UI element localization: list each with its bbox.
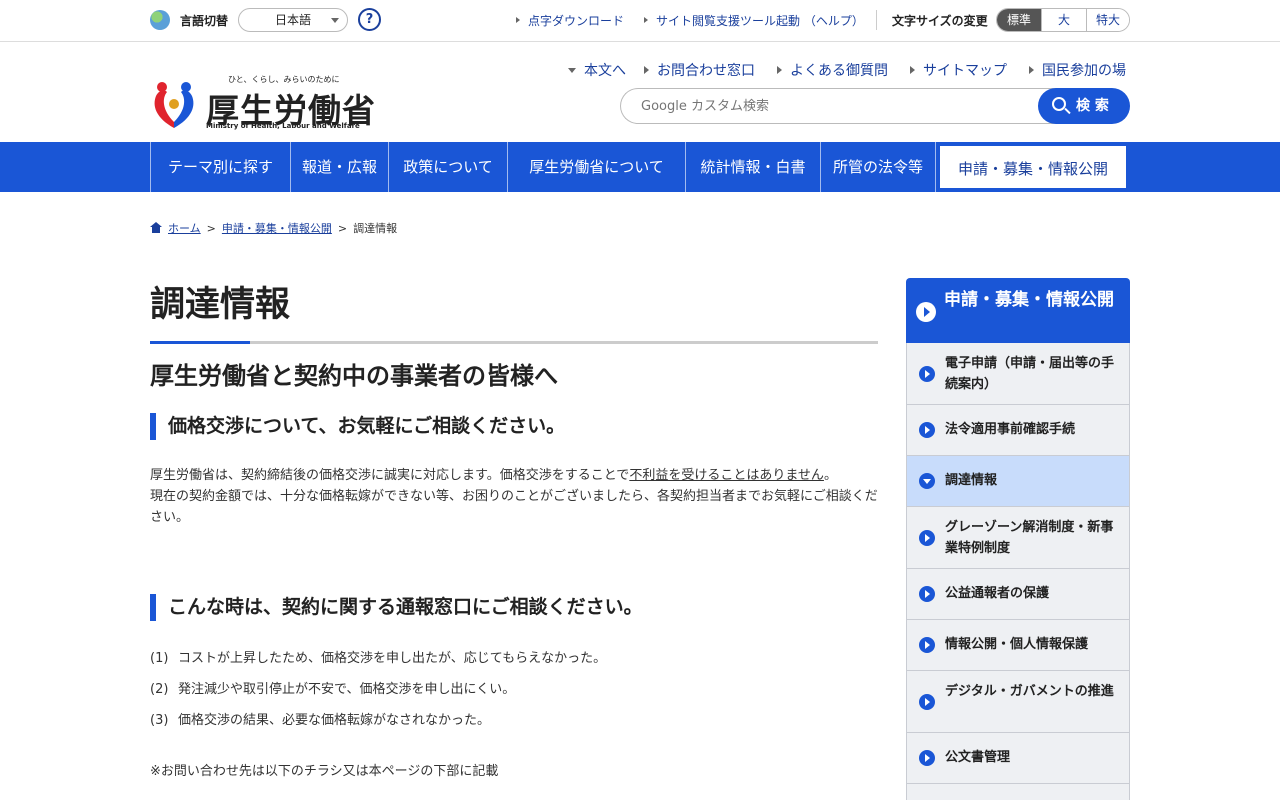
arrow-right-icon <box>910 66 915 74</box>
arrow-right-circle-icon <box>919 530 935 546</box>
list-item: (1) コストが上昇したため、価格交渉を申し出たが、応じてもらえなかった。 <box>150 651 607 666</box>
gnav-about[interactable]: 厚生労働省について <box>507 142 685 192</box>
page-title: 調達情報 <box>150 285 291 325</box>
home-icon <box>150 222 162 233</box>
gnav-press[interactable]: 報道・広報 <box>290 142 388 192</box>
arrow-right-circle-icon <box>919 637 935 653</box>
faq-link[interactable]: よくある御質問 <box>777 60 888 80</box>
gnav-application[interactable]: 申請・募集・情報公開 <box>938 144 1128 190</box>
breadcrumb-current: 調達情報 <box>353 222 398 235</box>
breadcrumb-parent-link[interactable]: 申請・募集・情報公開 <box>222 222 332 235</box>
font-size-large-button[interactable]: 大 <box>1041 9 1086 31</box>
subsection-heading-negotiation: 価格交渉について、お気軽にご相談ください。 <box>150 413 565 440</box>
gnav-laws[interactable]: 所管の法令等 <box>820 142 936 192</box>
search-box <box>620 88 1060 124</box>
arrow-right-icon <box>644 17 648 23</box>
arrow-right-icon <box>644 66 649 74</box>
body-paragraph: 厚生労働省は、契約締結後の価格交渉に誠実に対応します。価格交渉をすることで不利益… <box>150 468 878 525</box>
font-size-standard-button[interactable]: 標準 <box>997 9 1041 31</box>
arrow-right-icon <box>777 66 782 74</box>
underlined-text: 不利益を受けることはありません <box>629 468 824 483</box>
language-label: 言語切替 <box>180 14 229 28</box>
arrow-right-icon <box>516 17 520 23</box>
side-item-law-confirmation[interactable]: 法令適用事前確認手続 <box>906 405 1130 456</box>
side-item-next <box>906 784 1130 800</box>
gnav-theme[interactable]: テーマ別に探す <box>150 142 290 192</box>
arrow-right-icon <box>1029 66 1034 74</box>
side-item-whistleblower[interactable]: 公益通報者の保護 <box>906 569 1130 620</box>
search-button[interactable]: 検 索 <box>1038 88 1130 124</box>
arrow-down-circle-icon <box>919 473 935 489</box>
globe-icon <box>150 10 170 30</box>
arrow-right-circle-icon <box>919 694 935 710</box>
skip-to-content-link[interactable]: 本文へ <box>568 60 626 80</box>
font-size-label: 文字サイズの変更 <box>892 14 988 28</box>
divider <box>876 10 877 30</box>
mhlw-logo-mark-icon <box>154 82 194 128</box>
arrow-right-circle-icon <box>919 750 935 766</box>
breadcrumb-home-link[interactable]: ホーム <box>168 222 201 235</box>
language-select-value: 日本語 <box>275 13 312 27</box>
side-item-information-disclosure[interactable]: 情報公開・個人情報保護 <box>906 620 1130 671</box>
logo-english-name: Ministry of Health, Labour and Welfare <box>206 122 360 130</box>
side-item-public-records[interactable]: 公文書管理 <box>906 733 1130 784</box>
search-icon <box>1052 97 1066 111</box>
chevron-down-icon <box>331 18 339 23</box>
gnav-statistics[interactable]: 統計情報・白書 <box>685 142 820 192</box>
contact-note: ※お問い合わせ先は以下のチラシ又は本ページの下部に記載 <box>150 764 499 779</box>
breadcrumb: ホーム > 申請・募集・情報公開 > 調達情報 <box>150 220 397 236</box>
list-item: (3) 価格交渉の結果、必要な価格転嫁がなされなかった。 <box>150 713 491 728</box>
title-divider <box>150 341 878 344</box>
side-item-procurement[interactable]: 調達情報 <box>906 456 1130 507</box>
side-nav-header[interactable]: 申請・募集・情報公開 <box>906 278 1130 343</box>
arrow-right-circle-icon <box>916 302 936 322</box>
contact-link[interactable]: お問合わせ窓口 <box>644 60 755 80</box>
language-select[interactable]: 日本語 <box>238 8 348 32</box>
side-item-digital-government[interactable]: デジタル・ガバメントの推進 <box>906 671 1130 733</box>
list-item: (2) 発注減少や取引停止が不安で、価格交渉を申し出にくい。 <box>150 682 516 697</box>
gnav-policy[interactable]: 政策について <box>388 142 507 192</box>
arrow-down-icon <box>568 68 576 73</box>
search-input[interactable] <box>641 96 1041 116</box>
font-size-switcher: 標準 大 特大 <box>996 8 1130 32</box>
sitemap-link[interactable]: サイトマップ <box>910 60 1007 80</box>
side-item-grey-zone[interactable]: グレーゾーン解消制度・新事業特例制度 <box>906 507 1130 569</box>
section-heading: 厚生労働省と契約中の事業者の皆様へ <box>150 362 558 390</box>
site-logo[interactable]: ひと、くらし、みらいのために 厚生労働省 Ministry of Health,… <box>150 74 375 134</box>
arrow-right-circle-icon <box>919 586 935 602</box>
font-size-xlarge-button[interactable]: 特大 <box>1086 9 1129 31</box>
braille-download-link[interactable]: 点字ダウンロード <box>516 12 624 29</box>
arrow-right-circle-icon <box>919 366 935 382</box>
public-participation-link[interactable]: 国民参加の場 <box>1029 60 1126 80</box>
global-nav: テーマ別に探す 報道・広報 政策について 厚生労働省について 統計情報・白書 所… <box>0 142 1280 192</box>
utility-bar: 言語切替 日本語 ? 点字ダウンロード サイト閲覧支援ツール起動 （ヘルプ） 文… <box>0 0 1280 42</box>
accessibility-tool-link[interactable]: サイト閲覧支援ツール起動 （ヘルプ） <box>644 12 864 29</box>
side-item-e-application[interactable]: 電子申請（申請・届出等の手続案内） <box>906 343 1130 405</box>
help-icon[interactable]: ? <box>358 8 381 31</box>
arrow-right-circle-icon <box>919 422 935 438</box>
subsection-heading-consultation: こんな時は、契約に関する通報窓口にご相談ください。 <box>150 594 643 621</box>
